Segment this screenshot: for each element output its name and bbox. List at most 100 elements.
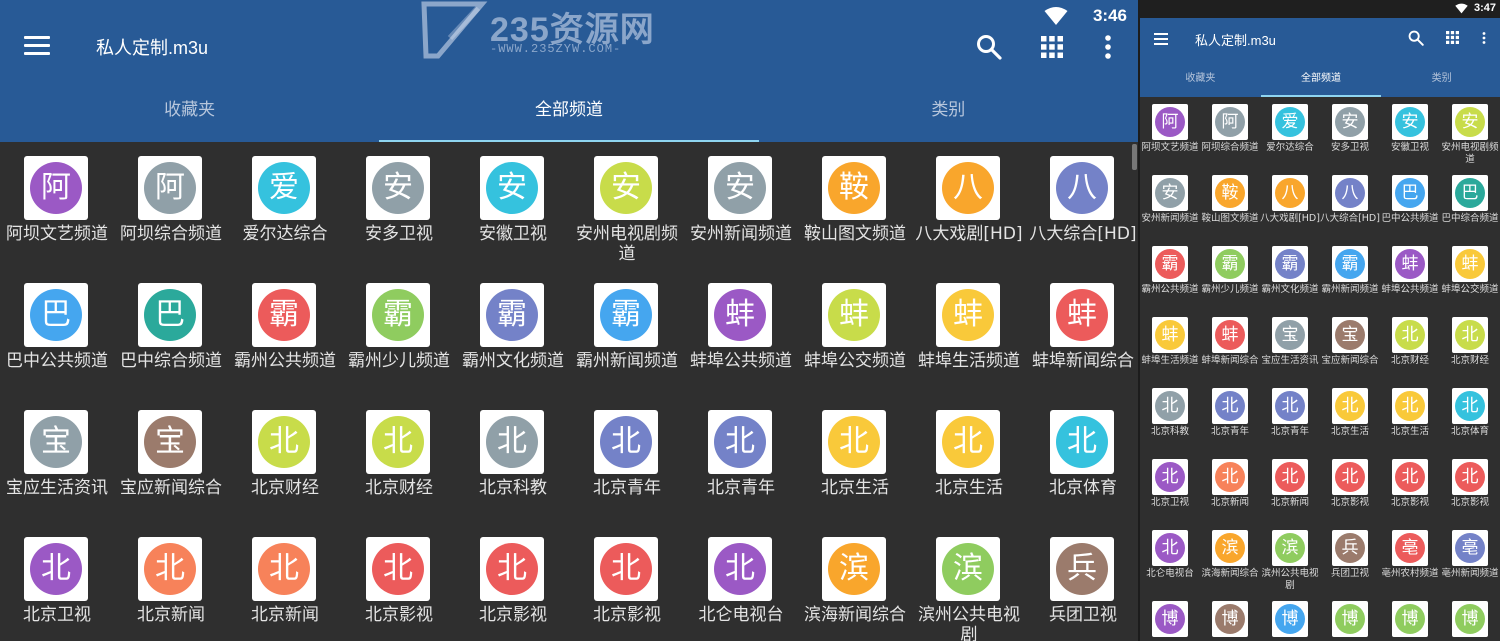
- channel-logo-icon: 爱: [1275, 107, 1305, 137]
- channel-logo-tile: 爱: [252, 156, 316, 220]
- channel-logo-icon: 北: [258, 416, 310, 468]
- channel-name: 蚌埠公共频道: [1381, 284, 1439, 295]
- channel-logo-icon: 阿: [1215, 107, 1245, 137]
- channel-logo-icon: 蚌: [1455, 249, 1485, 279]
- channel-name: 北京影视: [1330, 497, 1369, 508]
- channel-logo-tile: 巴: [1452, 175, 1488, 211]
- channel-logo-tile: 安: [708, 156, 772, 220]
- channel-name: 安多卫视: [365, 224, 433, 244]
- channel-logo-icon: 蚌: [1056, 289, 1108, 341]
- channel-name: 蚌埠公共频道: [690, 351, 792, 371]
- channel-name: 北京卫视: [1150, 497, 1189, 508]
- scrollbar[interactable]: [1132, 144, 1137, 170]
- tab-bar: 收藏夹 全部频道 类别: [0, 80, 1138, 142]
- channel-logo-tile: 安: [1152, 175, 1188, 211]
- channel-logo-tile: 北: [822, 410, 886, 474]
- channel-logo-icon: 宝: [144, 416, 196, 468]
- channel-logo-tile: 安: [480, 156, 544, 220]
- channel-name: 北仑电视台: [698, 605, 784, 625]
- status-time: 3:47: [1473, 2, 1496, 14]
- channel-logo-tile: 爱: [1272, 104, 1308, 140]
- tab-categories[interactable]: 类别: [759, 80, 1138, 142]
- channel-name: 北京青年: [593, 478, 661, 498]
- channel-name: 蚌埠生活频道: [1141, 355, 1199, 366]
- channel-logo-tile: 八: [1050, 156, 1114, 220]
- grid-view-icon[interactable]: [1041, 36, 1063, 58]
- channel-logo-icon: 巴: [30, 289, 82, 341]
- channel-logo-icon: 八: [1335, 178, 1365, 208]
- channel-name: 霸州文化频道: [1261, 284, 1319, 295]
- channel-name: 北京新闻: [1210, 497, 1249, 508]
- channel-logo-tile: 北: [252, 537, 316, 601]
- channel-name: 蚌埠新闻综合: [1201, 355, 1259, 366]
- channel-logo-icon: 北: [1155, 533, 1185, 563]
- channel-logo-icon: 北: [486, 543, 538, 595]
- channel-logo-icon: 北: [714, 543, 766, 595]
- channel-name: 八大戏剧[HD]: [1260, 213, 1320, 224]
- tab-categories[interactable]: 类别: [1381, 64, 1500, 97]
- tab-bar: 收藏夹 全部频道 类别: [1140, 64, 1500, 97]
- channel-logo-icon: 阿: [30, 162, 82, 214]
- channel-name: 霸州新闻频道: [576, 351, 678, 371]
- channel-name: 霸州文化频道: [462, 351, 564, 371]
- channel-logo-tile: 北: [1452, 459, 1488, 495]
- tab-favorites[interactable]: 收藏夹: [0, 80, 379, 142]
- channel-logo-icon: 北: [144, 543, 196, 595]
- channel-logo-icon: 蚌: [1215, 320, 1245, 350]
- channel-name: 宝应生活资讯: [1261, 355, 1319, 366]
- channel-logo-icon: 北: [1455, 462, 1485, 492]
- channel-logo-tile: 安: [366, 156, 430, 220]
- channel-logo-tile: 北: [594, 537, 658, 601]
- channel-logo-icon: 霸: [258, 289, 310, 341]
- channel-logo-tile: 博: [1452, 601, 1488, 637]
- channel-logo-icon: 北: [258, 543, 310, 595]
- channel-logo-tile: 滨: [822, 537, 886, 601]
- channel-name: 安州电视剧频道: [1441, 142, 1499, 165]
- search-icon[interactable]: [1408, 30, 1424, 46]
- tab-favorites[interactable]: 收藏夹: [1140, 64, 1261, 97]
- channel-logo-icon: 北: [1395, 462, 1425, 492]
- channel-logo-tile: 北: [1212, 388, 1248, 424]
- channel-logo-tile: 北: [24, 537, 88, 601]
- more-vert-icon[interactable]: [1100, 34, 1116, 60]
- channel-logo-tile: 北: [1332, 388, 1368, 424]
- channel-logo-tile: 北: [366, 537, 430, 601]
- channel-logo-tile: 北: [1392, 459, 1428, 495]
- channel-logo-tile: 北: [708, 410, 772, 474]
- channel-name: 北京科教: [1150, 426, 1189, 437]
- channel-logo-tile: 蚌: [1152, 317, 1188, 353]
- channel-name: 北京影视: [593, 605, 661, 625]
- channel-logo-tile: 博: [1392, 601, 1428, 637]
- status-bar: 3:46: [0, 0, 1138, 32]
- more-vert-icon[interactable]: [1480, 30, 1488, 46]
- channel-logo-icon: 八: [1056, 162, 1108, 214]
- channel-logo-icon: 八: [942, 162, 994, 214]
- channel-name: 滨州公共电视剧: [1261, 568, 1319, 591]
- channel-logo-icon: 滨: [1215, 533, 1245, 563]
- page-title: 私人定制.m3u: [96, 38, 209, 58]
- channel-logo-icon: 北: [1056, 416, 1108, 468]
- status-time: 3:46: [1092, 6, 1127, 25]
- channel-name: 蚌埠生活频道: [918, 351, 1020, 371]
- hamburger-menu-icon[interactable]: [1154, 33, 1168, 45]
- channel-logo-tile: 亳: [1452, 530, 1488, 566]
- tab-all-channels[interactable]: 全部频道: [379, 80, 759, 142]
- channel-logo-tile: 八: [936, 156, 1000, 220]
- tab-all-channels[interactable]: 全部频道: [1260, 64, 1382, 97]
- channel-logo-tile: 巴: [138, 283, 202, 347]
- grid-view-icon[interactable]: [1446, 31, 1459, 44]
- channel-name: 北京新闻: [251, 605, 319, 625]
- channel-logo-icon: 安: [486, 162, 538, 214]
- channel-logo-icon: 北: [1455, 391, 1485, 421]
- channel-logo-icon: 阿: [144, 162, 196, 214]
- channel-name: 宝应新闻综合: [120, 478, 222, 498]
- channel-name: 巴中综合频道: [1441, 213, 1499, 224]
- channel-logo-icon: 霸: [486, 289, 538, 341]
- channel-logo-tile: 霸: [1332, 246, 1368, 282]
- channel-logo-tile: 北: [1212, 459, 1248, 495]
- channel-logo-tile: 亳: [1392, 530, 1428, 566]
- search-icon[interactable]: [976, 34, 1002, 60]
- hamburger-menu-icon[interactable]: [24, 36, 50, 56]
- channel-logo-icon: 巴: [1455, 178, 1485, 208]
- large-app-window: 3:46 235资源网 -WWW.235ZYW.COM- 私人定制.m3u 收藏…: [0, 0, 1138, 641]
